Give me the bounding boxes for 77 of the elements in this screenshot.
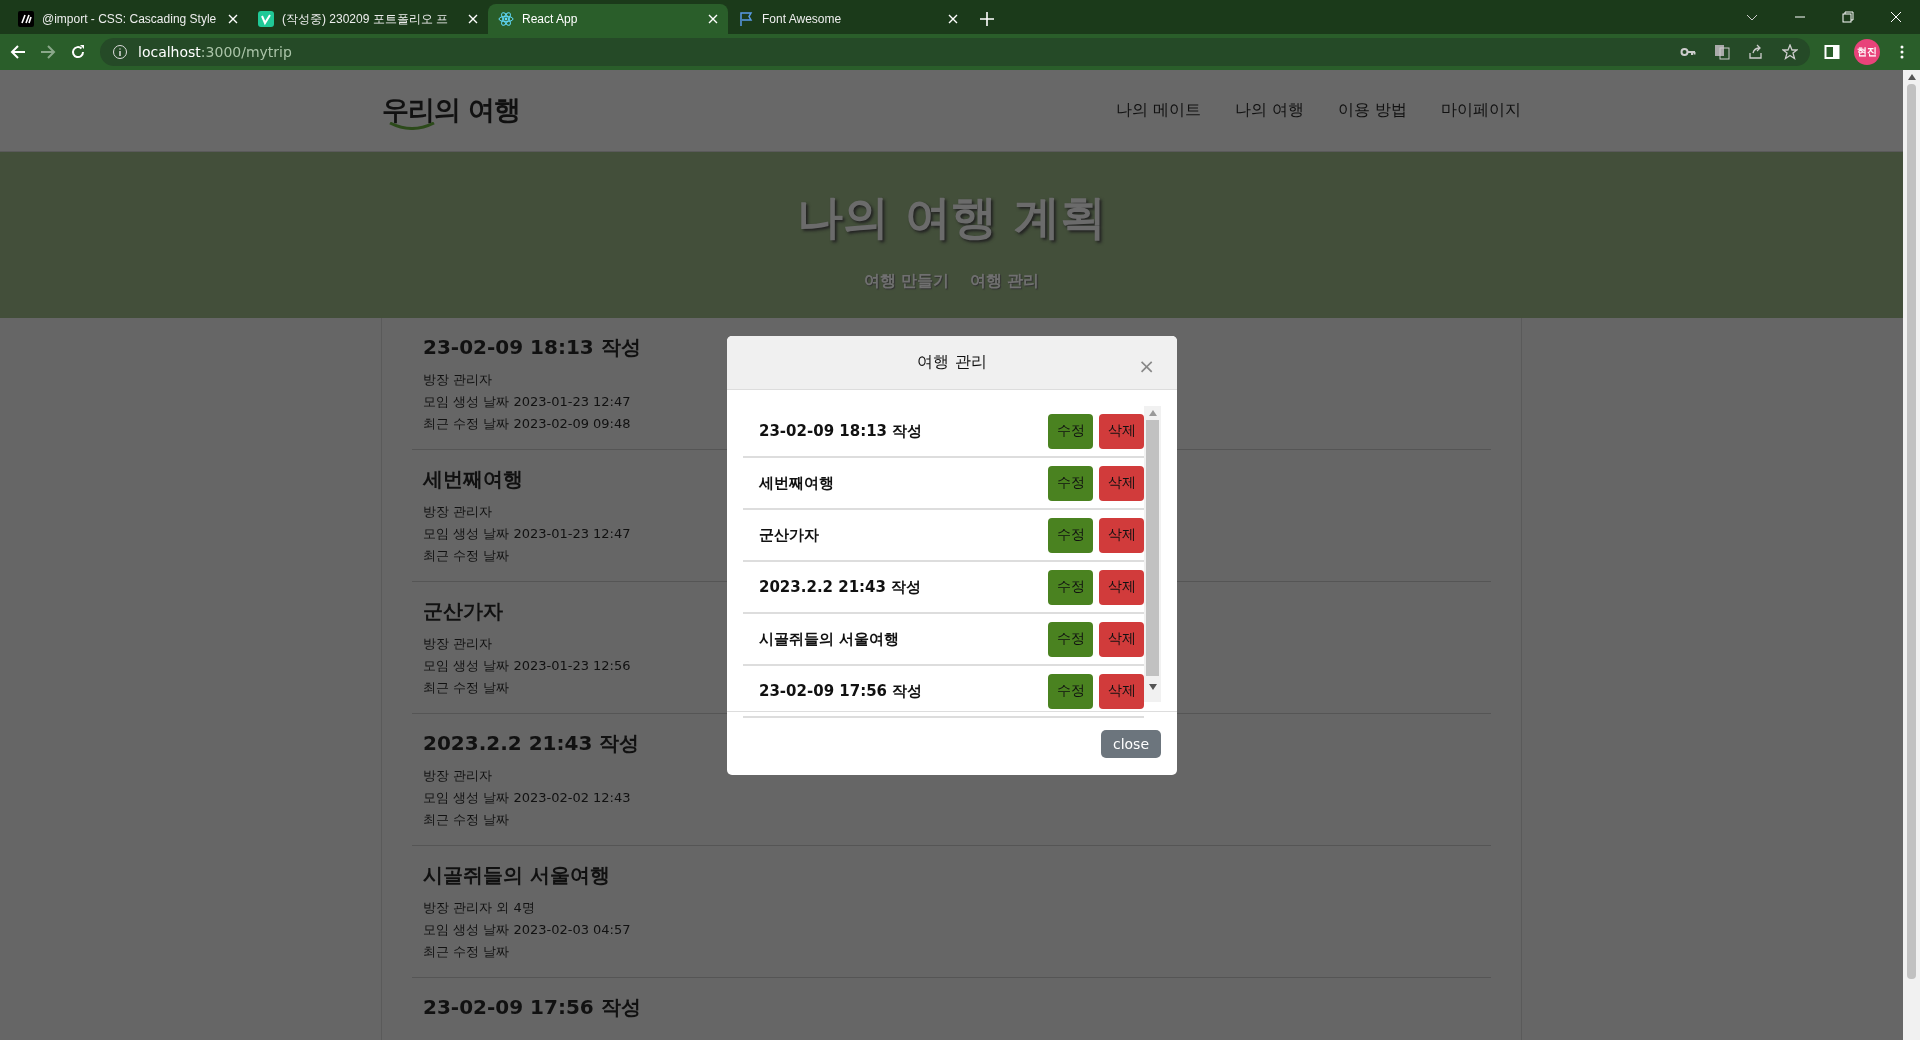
browser-tab[interactable]: Font Awesome [728, 4, 968, 34]
flag-icon [738, 11, 754, 27]
trip-name: 군산가자 [759, 525, 820, 545]
edit-button[interactable]: 수정 [1048, 413, 1093, 449]
star-icon[interactable] [1782, 44, 1798, 60]
trip-name: 23-02-09 18:13 작성 [759, 421, 924, 441]
scroll-down-icon[interactable] [1148, 684, 1157, 690]
trip-created-date: 모임 생성 날짜 2023-01-23 12:47 [423, 393, 631, 411]
close-icon[interactable] [1890, 11, 1902, 23]
address-bar[interactable]: localhost:3000/mytrip [100, 38, 1810, 66]
close-icon[interactable] [228, 14, 238, 24]
side-panel-icon[interactable] [1824, 44, 1840, 60]
plus-icon[interactable] [980, 12, 994, 26]
trip-created-date: 모임 생성 날짜 2023-02-02 12:43 [423, 789, 631, 807]
trip-created-date: 모임 생성 날짜 2023-01-23 12:47 [423, 525, 631, 543]
close-button[interactable]: close [1100, 729, 1161, 758]
trip-name: 2023.2.2 21:43 작성 [759, 577, 923, 597]
trip-title[interactable]: 23-02-09 18:13 작성 [423, 334, 641, 361]
trip-owner: 방장 관리자 외 4명 [423, 899, 535, 917]
trip-name: 시골쥐들의 서울여행 [759, 629, 901, 649]
trip-created-date: 모임 생성 날짜 2023-02-03 04:57 [423, 921, 631, 939]
share-icon[interactable] [1748, 44, 1764, 60]
info-icon [112, 44, 128, 60]
translate-icon[interactable] [1714, 44, 1730, 60]
nav-link[interactable]: 나의 메이트 [1115, 100, 1201, 121]
scroll-up-icon[interactable] [1907, 74, 1916, 80]
trip-title[interactable]: 세번째여행 [423, 466, 523, 493]
trip-updated-date: 최근 수정 날짜 [423, 679, 510, 697]
close-icon[interactable] [468, 14, 478, 24]
nav-link[interactable]: 마이페이지 [1441, 100, 1521, 121]
restore-icon[interactable] [1842, 11, 1854, 23]
nav-link[interactable]: 나의 여행 [1234, 100, 1304, 121]
url-text: localhost:3000/mytrip [138, 44, 292, 60]
trip-updated-date: 최근 수정 날짜 [423, 811, 510, 829]
atom-icon [498, 11, 514, 27]
browser-tab[interactable]: (작성중) 230209 포트폴리오 프 [248, 4, 488, 34]
modal-title: 여행 관리 [917, 352, 987, 373]
site-logo[interactable]: 우리의 여행 [382, 91, 521, 128]
trip-owner: 방장 관리자 [423, 371, 493, 389]
edit-button[interactable]: 수정 [1048, 517, 1093, 553]
browser-tab[interactable]: @import - CSS: Cascading Style [8, 4, 248, 34]
trip-owner: 방장 관리자 [423, 767, 493, 785]
trip-title[interactable]: 23-02-09 17:56 작성 [423, 994, 641, 1021]
edit-button[interactable]: 수정 [1048, 465, 1093, 501]
browser-tab[interactable]: React App [488, 4, 728, 34]
v-logo-icon [258, 11, 274, 27]
trip-title[interactable]: 2023.2.2 21:43 작성 [423, 730, 640, 757]
close-icon[interactable] [708, 14, 718, 24]
back-arrow-icon[interactable] [10, 44, 26, 60]
edit-button[interactable]: 수정 [1048, 621, 1093, 657]
trip-title[interactable]: 군산가자 [423, 598, 503, 625]
list-scrollbar[interactable] [1144, 406, 1161, 702]
delete-button[interactable]: 삭제 [1099, 621, 1144, 657]
edit-button[interactable]: 수정 [1048, 673, 1093, 709]
delete-button[interactable]: 삭제 [1099, 569, 1144, 605]
trip-updated-date: 최근 수정 날짜 [423, 943, 510, 961]
trip-name: 23-02-09 17:56 작성 [759, 681, 924, 701]
delete-button[interactable]: 삭제 [1099, 673, 1144, 709]
trip-owner: 방장 관리자 [423, 503, 493, 521]
trip-title[interactable]: 시골쥐들의 서울여행 [423, 862, 610, 889]
delete-button[interactable]: 삭제 [1099, 465, 1144, 501]
nav-link[interactable]: 이용 방법 [1337, 100, 1407, 121]
trip-updated-date: 최근 수정 날짜 2023-02-09 09:48 [423, 415, 631, 433]
trip-created-date: 모임 생성 날짜 2023-01-23 12:56 [423, 657, 631, 675]
profile-avatar[interactable]: 현진 [1854, 39, 1880, 65]
delete-button[interactable]: 삭제 [1099, 517, 1144, 553]
edit-button[interactable]: 수정 [1048, 569, 1093, 605]
trip-owner: 방장 관리자 [423, 635, 493, 653]
slash-logo-icon [18, 11, 34, 27]
trip-updated-date: 최근 수정 날짜 [423, 547, 510, 565]
delete-button[interactable]: 삭제 [1099, 413, 1144, 449]
forward-arrow-icon[interactable] [40, 44, 56, 60]
page-scrollbar[interactable] [1903, 70, 1920, 1040]
trip-name: 세번째여행 [759, 473, 835, 493]
close-button[interactable]: × [1138, 356, 1155, 376]
close-icon[interactable] [948, 14, 958, 24]
reload-icon[interactable] [70, 44, 86, 60]
